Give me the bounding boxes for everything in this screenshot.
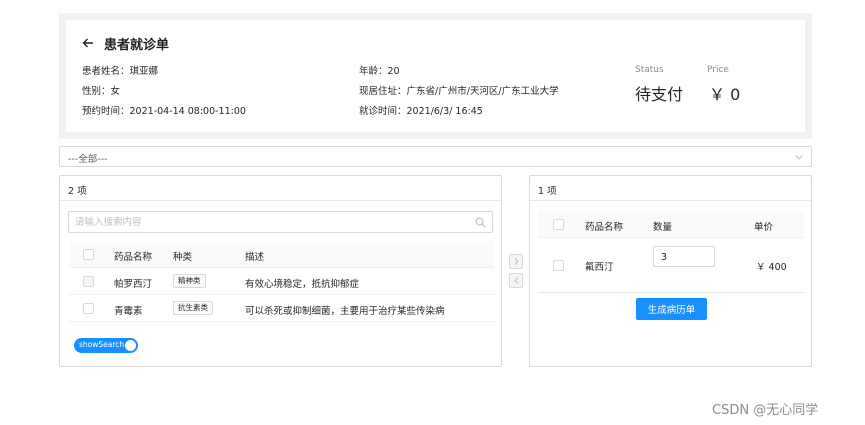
gender-label: 性别： — [82, 86, 111, 97]
select-all-checkbox[interactable] — [553, 219, 564, 230]
chevron-right-icon — [514, 258, 519, 265]
generate-record-button[interactable]: 生成病历单 — [636, 298, 707, 320]
category-select-value: ---全部--- — [68, 154, 108, 165]
target-list-header: 1 项 — [530, 176, 811, 201]
age-item: 年龄：20 — [359, 63, 400, 77]
show-search-switch[interactable]: showSearch — [74, 338, 138, 353]
gender-item: 性别：女 — [82, 83, 120, 97]
patient-name-item: 患者姓名：琪亚娜 — [82, 63, 158, 77]
search-input[interactable] — [75, 215, 470, 229]
source-list-header: 2 项 — [60, 176, 501, 201]
patient-name-label: 患者姓名： — [82, 66, 130, 77]
search-field[interactable] — [68, 211, 493, 233]
price-value: ￥ 0 — [709, 85, 741, 104]
chevron-down-icon — [795, 155, 803, 160]
target-transfer-list: 1 项 药品名称 数量 单价 氟西汀 ￥ 400 生成病历单 — [529, 175, 812, 367]
category-tag: 精神类 — [173, 274, 206, 288]
appointment-label: 预约时间： — [82, 106, 130, 117]
column-header-description: 描述 — [245, 252, 265, 263]
drug-description: 可以杀死或抑制细菌，主要用于治疗某些传染病 — [245, 306, 445, 317]
source-item-count: 2 项 — [68, 186, 87, 197]
table-row[interactable]: 帕罗西汀 精神类 有效心境稳定，抵抗抑郁症 — [69, 268, 494, 295]
gender-value: 女 — [110, 86, 121, 97]
category-select[interactable]: ---全部--- — [59, 146, 812, 167]
show-search-switch-label: showSearch — [79, 340, 125, 349]
table-row[interactable]: 青霉素 抗生素类 可以杀死或抑制细菌，主要用于治疗某些传染病 — [69, 295, 494, 322]
move-left-button[interactable] — [509, 273, 523, 288]
appointment-value: 2021-04-14 08:00-11:00 — [129, 106, 246, 117]
drug-name: 氟西汀 — [585, 262, 614, 273]
arrow-left-icon[interactable] — [82, 37, 94, 49]
visit-time-item: 就诊时间：2021/6/3/ 16:45 — [359, 103, 483, 117]
column-header-name: 药品名称 — [585, 222, 624, 233]
drug-name: 帕罗西汀 — [114, 279, 153, 290]
age-value: 20 — [387, 66, 400, 77]
age-label: 年龄： — [359, 66, 388, 77]
row-checkbox[interactable] — [553, 260, 564, 271]
address-label: 现居住址： — [359, 86, 407, 97]
column-header-price: 单价 — [754, 222, 774, 233]
row-checkbox[interactable] — [83, 276, 94, 287]
column-header-name: 药品名称 — [114, 252, 153, 263]
drug-description: 有效心境稳定，抵抗抑郁症 — [245, 279, 360, 290]
status-value: 待支付 — [635, 85, 684, 104]
patient-name-value: 琪亚娜 — [129, 66, 159, 77]
unit-price: ￥ 400 — [756, 262, 787, 273]
search-icon — [475, 217, 486, 228]
source-transfer-list: 2 项 药品名称 种类 描述 帕罗西汀 精神类 有效心境稳定，抵抗抑郁症 青霉素… — [59, 175, 502, 367]
column-header-quantity: 数量 — [653, 222, 673, 233]
source-table-header: 药品名称 种类 描述 — [69, 241, 494, 268]
quantity-field[interactable] — [653, 246, 715, 267]
switch-knob — [125, 340, 136, 351]
row-checkbox[interactable] — [83, 303, 94, 314]
appointment-item: 预约时间：2021-04-14 08:00-11:00 — [82, 103, 246, 117]
category-tag: 抗生素类 — [173, 301, 213, 315]
column-header-category: 种类 — [173, 252, 193, 263]
address-item: 现居住址：广东省/广州市/天河区/广东工业大学 — [359, 83, 559, 97]
address-value: 广东省/广州市/天河区/广东工业大学 — [406, 86, 559, 97]
chevron-left-icon — [514, 277, 519, 284]
price-title: Price — [707, 65, 729, 75]
move-right-button[interactable] — [509, 254, 523, 269]
status-title: Status — [635, 65, 664, 75]
page-title: 患者就诊单 — [104, 38, 170, 53]
header-container: 患者就诊单 患者姓名：琪亚娜 性别：女 预约时间：2021-04-14 08:0… — [59, 13, 812, 139]
target-table-header: 药品名称 数量 单价 — [538, 211, 804, 238]
watermark: CSDN @无心同学 — [712, 403, 819, 418]
select-all-checkbox[interactable] — [83, 249, 94, 260]
visit-time-value: 2021/6/3/ 16:45 — [406, 106, 483, 117]
page-header: 患者就诊单 患者姓名：琪亚娜 性别：女 预约时间：2021-04-14 08:0… — [66, 20, 805, 132]
quantity-input[interactable] — [661, 251, 709, 263]
visit-time-label: 就诊时间： — [359, 106, 407, 117]
drug-name: 青霉素 — [114, 306, 143, 317]
target-item-count: 1 项 — [538, 186, 557, 197]
